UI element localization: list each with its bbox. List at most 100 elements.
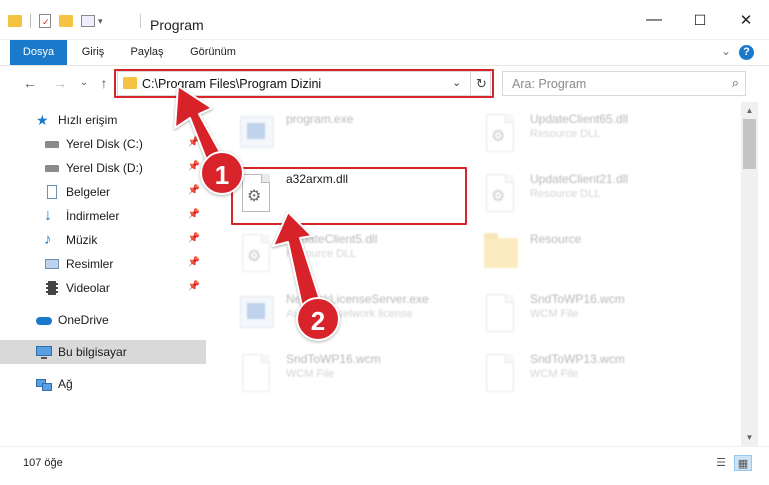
ribbon: Dosya Giriş Paylaş Görünüm ⌄ ? bbox=[0, 40, 769, 66]
sidebar-item-quick-access[interactable]: ★ Hızlı erişim bbox=[0, 108, 206, 132]
customize-icon[interactable] bbox=[81, 15, 95, 27]
file-name: SndToWP16.wcm bbox=[530, 292, 625, 306]
file-name: UpdateClient21.dll bbox=[530, 172, 629, 186]
tab-giris[interactable]: Giriş bbox=[70, 40, 116, 65]
download-icon: ↓ bbox=[44, 207, 52, 224]
sidebar-item-label: Videolar bbox=[66, 281, 110, 295]
pin-icon[interactable]: 📌 bbox=[188, 209, 200, 220]
pin-icon[interactable]: 📌 bbox=[188, 257, 200, 268]
step-marker-2: 2 bbox=[296, 297, 340, 341]
file-item[interactable]: program.exe bbox=[234, 106, 479, 162]
sidebar-item-label: İndirmeler bbox=[66, 209, 120, 223]
back-button[interactable]: ← bbox=[20, 72, 40, 94]
dll-icon: ⚙ bbox=[478, 172, 522, 216]
scroll-up-icon[interactable]: ▲ bbox=[741, 102, 758, 119]
file-list: program.exe ⚙ UpdateClient65.dll Resourc… bbox=[206, 102, 741, 446]
details-view-icon[interactable]: ☰ bbox=[712, 455, 730, 471]
title-separator bbox=[140, 14, 141, 28]
sidebar-item-this-pc[interactable]: Bu bilgisayar bbox=[0, 340, 206, 364]
properties-icon[interactable]: ✓ bbox=[39, 14, 51, 28]
up-button[interactable]: ↑ bbox=[94, 72, 114, 94]
folder-icon[interactable] bbox=[8, 15, 22, 27]
file-item[interactable]: SndToWP16.wcm WCM File bbox=[234, 346, 479, 402]
sidebar-item-label: Belgeler bbox=[66, 185, 111, 199]
sidebar-item-label: Ağ bbox=[58, 377, 73, 391]
file-item[interactable]: SndToWP13.wcm WCM File bbox=[478, 346, 723, 402]
search-input[interactable]: Ara: Program bbox=[512, 77, 586, 91]
file-icon bbox=[478, 352, 522, 396]
expand-ribbon-icon[interactable]: ⌄ bbox=[721, 44, 731, 58]
cloud-icon bbox=[36, 312, 52, 328]
file-name: Resource bbox=[530, 232, 582, 246]
exe-icon bbox=[234, 112, 278, 156]
file-item[interactable]: SndToWP16.wcm WCM File bbox=[478, 286, 723, 342]
scroll-down-icon[interactable]: ▼ bbox=[741, 429, 758, 446]
recent-locations-button[interactable]: ⌄ bbox=[74, 72, 94, 94]
sidebar-item-onedrive[interactable]: OneDrive bbox=[0, 308, 206, 332]
dll-icon: ⚙ bbox=[234, 232, 278, 276]
network-icon bbox=[36, 376, 52, 392]
computer-icon bbox=[36, 344, 52, 360]
pin-icon[interactable]: 📌 bbox=[188, 233, 200, 244]
file-item[interactable]: Resource bbox=[478, 226, 723, 282]
navigation-pane: ★ Hızlı erişim Yerel Disk (C:) 📌 Yerel D… bbox=[0, 102, 206, 446]
minimize-button[interactable]: — bbox=[631, 0, 677, 40]
sidebar-item-pictures[interactable]: Resimler 📌 bbox=[0, 252, 206, 276]
forward-button[interactable]: → bbox=[50, 72, 70, 94]
file-icon bbox=[478, 292, 522, 336]
close-button[interactable]: ✕ bbox=[723, 0, 769, 40]
sidebar-item-downloads[interactable]: ↓ İndirmeler 📌 bbox=[0, 204, 206, 228]
item-count: 107 öğe bbox=[23, 457, 63, 469]
sidebar-item-local-disk-d[interactable]: Yerel Disk (D:) 📌 bbox=[0, 156, 206, 180]
tab-paylas[interactable]: Paylaş bbox=[120, 40, 174, 65]
drive-icon bbox=[44, 136, 60, 152]
tab-dosya[interactable]: Dosya bbox=[10, 40, 67, 65]
music-icon: ♪ bbox=[44, 231, 52, 248]
file-name: SndToWP13.wcm bbox=[530, 352, 625, 366]
file-name: program.exe bbox=[286, 112, 354, 126]
tiles-view-icon[interactable]: ▦ bbox=[734, 455, 752, 471]
chevron-down-icon[interactable]: ▾ bbox=[98, 16, 103, 27]
vertical-scrollbar[interactable]: ▲ ▼ bbox=[741, 102, 758, 446]
maximize-button[interactable]: ☐ bbox=[677, 0, 723, 40]
sidebar-item-documents[interactable]: Belgeler 📌 bbox=[0, 180, 206, 204]
pin-icon[interactable]: 📌 bbox=[188, 185, 200, 196]
file-type: Resource DLL bbox=[530, 128, 601, 140]
file-type: Resource DLL bbox=[286, 248, 357, 260]
new-folder-icon[interactable] bbox=[59, 15, 73, 27]
dll-icon: ⚙ bbox=[478, 112, 522, 156]
star-icon: ★ bbox=[36, 112, 49, 128]
pin-icon[interactable]: 📌 bbox=[188, 137, 200, 148]
address-highlight bbox=[114, 69, 494, 98]
pin-icon[interactable]: 📌 bbox=[188, 161, 200, 172]
file-type: WCM File bbox=[286, 368, 335, 380]
file-item[interactable]: ⚙ UpdateClient5.dll Resource DLL bbox=[234, 226, 479, 282]
title-bar: ✓ ▾ Program — ☐ ✕ bbox=[0, 0, 769, 40]
sidebar-item-label: Resimler bbox=[66, 257, 114, 271]
sidebar-item-videos[interactable]: Videolar 📌 bbox=[0, 276, 206, 300]
quick-access-toolbar: ✓ ▾ bbox=[8, 12, 103, 30]
tab-gorunum[interactable]: Görünüm bbox=[180, 40, 246, 65]
file-name: UpdateClient5.dll bbox=[286, 232, 378, 246]
documents-icon bbox=[44, 184, 60, 200]
step-marker-1: 1 bbox=[200, 151, 244, 195]
pin-icon[interactable]: 📌 bbox=[188, 281, 200, 292]
file-type: WCM File bbox=[530, 368, 579, 380]
sidebar-item-local-disk-c[interactable]: Yerel Disk (C:) 📌 bbox=[0, 132, 206, 156]
scroll-thumb[interactable] bbox=[743, 119, 756, 169]
search-icon[interactable]: ⌕ bbox=[732, 75, 739, 91]
sidebar-item-label: Yerel Disk (C:) bbox=[66, 137, 143, 151]
sidebar-item-music[interactable]: ♪ Müzik 📌 bbox=[0, 228, 206, 252]
sidebar-item-label: Yerel Disk (D:) bbox=[66, 161, 143, 175]
folder-icon bbox=[478, 232, 522, 276]
file-item[interactable]: ⚙ UpdateClient65.dll Resource DLL bbox=[478, 106, 723, 162]
pictures-icon bbox=[44, 256, 60, 272]
file-item[interactable]: ⚙ UpdateClient21.dll Resource DLL bbox=[478, 166, 723, 222]
sidebar-item-label: Hızlı erişim bbox=[58, 113, 118, 127]
help-icon[interactable]: ? bbox=[739, 45, 754, 60]
file-type: WCM File bbox=[530, 308, 579, 320]
file-item[interactable]: NetworkLicenseServer.exe Autodesk Networ… bbox=[234, 286, 479, 342]
search-box[interactable]: Ara: Program ⌕ bbox=[502, 71, 746, 96]
status-bar: 107 öğe ☰ ▦ bbox=[0, 446, 769, 485]
sidebar-item-network[interactable]: Ağ bbox=[0, 372, 206, 396]
